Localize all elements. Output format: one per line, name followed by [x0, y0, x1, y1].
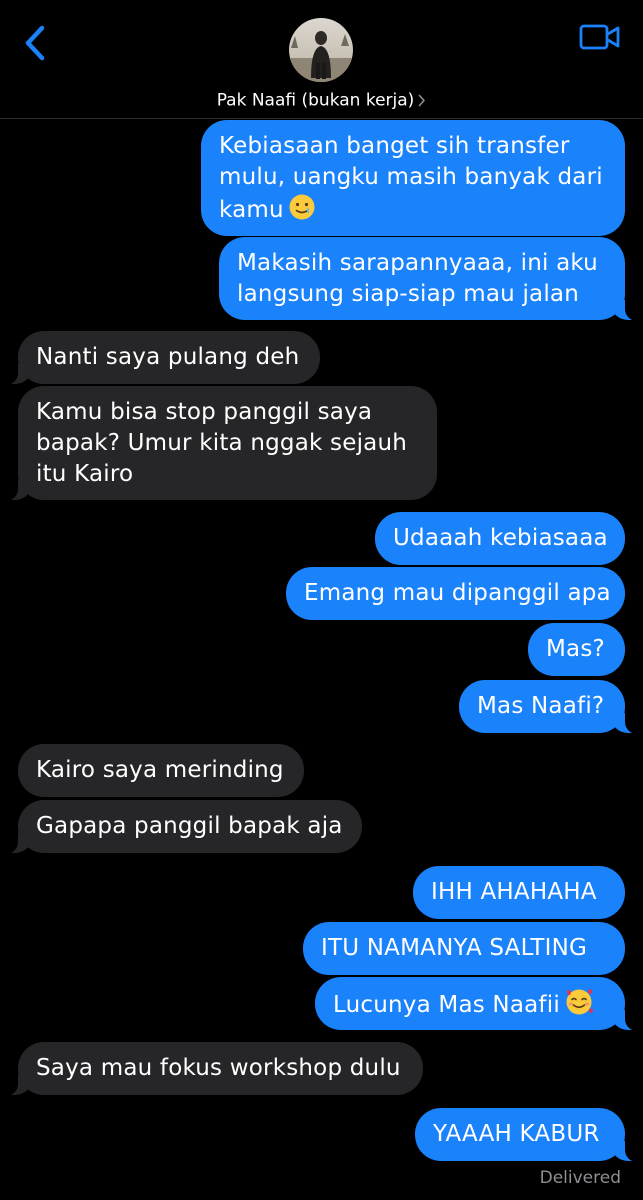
- video-call-button[interactable]: [579, 22, 621, 54]
- message-bubble-received[interactable]: Saya mau fokus workshop dulu: [0, 1042, 423, 1096]
- chevron-left-icon: [25, 25, 45, 61]
- message-text-line: langsung siap-siap mau jalan: [237, 281, 579, 307]
- delivered-status: Delivered: [539, 1168, 621, 1188]
- message-text-line: Makasih sarapannyaaa, ini aku: [237, 250, 598, 276]
- message-bubble-sent[interactable]: YAAAH KABUR: [415, 1108, 643, 1162]
- video-camera-icon: [579, 24, 620, 50]
- message-text-line: mulu, uangku masih banyak dari: [219, 164, 603, 190]
- message-text-line: Kairo saya merinding: [36, 757, 284, 783]
- message-bubble-sent[interactable]: Lucunya Mas Naafii: [315, 977, 643, 1031]
- message-bubble-sent[interactable]: Emang mau dipanggil apa: [286, 567, 625, 620]
- smiling-face-with-tear-icon: [289, 194, 315, 220]
- contact-avatar[interactable]: [289, 18, 353, 82]
- message-bubble-sent[interactable]: Makasih sarapannyaaa, ini aku langsung s…: [219, 237, 643, 321]
- message-bubble-received[interactable]: Kairo saya merinding: [18, 744, 304, 797]
- message-text-line: Udaaah kebiasaaa: [393, 525, 608, 551]
- message-text-line: Mas Naafi?: [477, 693, 605, 719]
- smiling-face-with-hearts-icon: [566, 989, 593, 1015]
- message-bubble-sent[interactable]: Kebiasaan banget sih transfer mulu, uang…: [201, 120, 625, 236]
- contact-name: Pak Naafi (bukan kerja): [216, 90, 415, 111]
- message-text-line: YAAAH KABUR: [433, 1121, 600, 1147]
- message-bubble-sent[interactable]: Mas Naafi?: [459, 680, 643, 734]
- message-bubble-sent[interactable]: IHH AHAHAHA: [413, 866, 625, 919]
- message-text-line: Kebiasaan banget sih transfer: [219, 133, 570, 159]
- message-text-line: Gapapa panggil bapak aja: [36, 813, 343, 839]
- message-bubble-received[interactable]: Kamu bisa stop panggil saya bapak? Umur …: [0, 386, 437, 501]
- message-text-line: Lucunya Mas Naafii: [333, 992, 560, 1018]
- contact-name-button[interactable]: Pak Naafi (bukan kerja): [0, 90, 643, 111]
- message-text-line: itu Kairo: [36, 461, 134, 487]
- message-text-line: Emang mau dipanggil apa: [304, 580, 611, 606]
- message-text-line: Kamu bisa stop panggil saya: [36, 399, 373, 425]
- message-text-line: Mas?: [546, 636, 605, 662]
- message-text-line: ITU NAMANYA SALTING: [321, 935, 588, 961]
- message-bubble-sent[interactable]: Udaaah kebiasaaa: [375, 512, 625, 565]
- message-bubble-sent[interactable]: Mas?: [528, 623, 625, 676]
- back-button[interactable]: [18, 22, 54, 66]
- message-text-line: Saya mau fokus workshop dulu: [36, 1055, 401, 1081]
- message-text-line: kamu: [219, 197, 284, 223]
- message-bubble-received[interactable]: Gapapa panggil bapak aja: [0, 800, 362, 854]
- message-text-line: bapak? Umur kita nggak sejauh: [36, 430, 408, 456]
- message-bubble-received[interactable]: Nanti saya pulang deh: [0, 331, 320, 385]
- chevron-right-icon: [419, 94, 426, 107]
- message-text-line: Nanti saya pulang deh: [36, 344, 300, 370]
- conversation-header: Pak Naafi (bukan kerja): [0, 0, 643, 119]
- message-bubble-sent[interactable]: ITU NAMANYA SALTING: [303, 922, 625, 975]
- message-text-line: IHH AHAHAHA: [431, 879, 597, 905]
